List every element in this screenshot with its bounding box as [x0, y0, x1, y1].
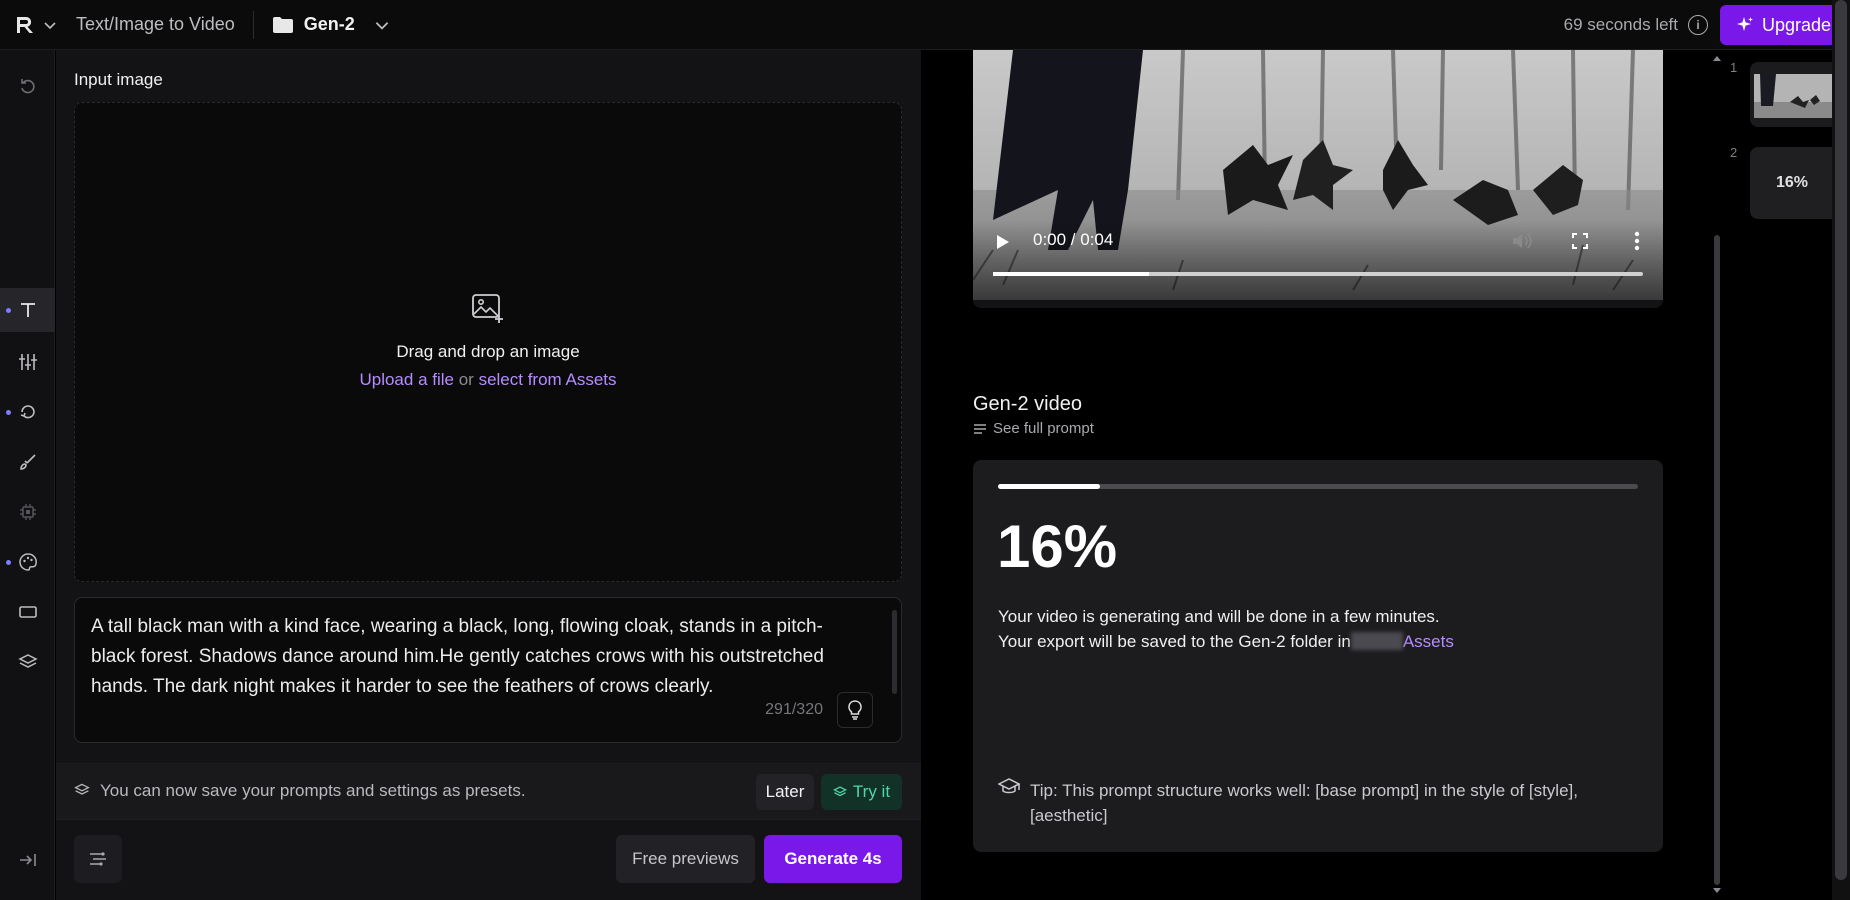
queue-item-index: 1: [1730, 60, 1738, 75]
motion-settings-icon: [90, 852, 106, 866]
camera-motion-icon: [20, 405, 35, 419]
generation-status-card: 16% Your video is generating and will be…: [973, 460, 1663, 852]
fullscreen-icon[interactable]: [1571, 232, 1589, 250]
later-button[interactable]: Later: [756, 774, 814, 810]
text-tool-button[interactable]: [0, 288, 55, 332]
prompt-text[interactable]: A tall black man with a kind face, weari…: [91, 612, 866, 696]
style-tool-button[interactable]: [0, 540, 55, 584]
or-text: or: [458, 370, 474, 389]
generation-percent: 16%: [997, 513, 1118, 580]
aspect-ratio-icon: [18, 606, 37, 618]
video-progress-bar[interactable]: [993, 272, 1643, 276]
credits-remaining: 69 seconds left: [1563, 15, 1678, 34]
generate-button[interactable]: Generate 4s: [764, 835, 902, 883]
upload-file-link[interactable]: Upload a file: [359, 370, 454, 389]
video-player-card: 0:00 / 0:04: [973, 50, 1663, 308]
folder-name: Gen-2: [303, 14, 355, 34]
tip-text: Tip: This prompt structure works well: […: [1030, 781, 1578, 825]
feed-scrollbar-thumb[interactable]: [1714, 235, 1720, 885]
generation-progress-bar: [998, 484, 1638, 489]
chip-icon: [19, 504, 36, 520]
generation-message: Your video is generating and will be don…: [998, 604, 1454, 654]
video-time: 0:00 / 0:04: [1033, 230, 1114, 249]
text-lines-icon: [974, 423, 986, 434]
presets-banner: You can now save your prompts and settin…: [56, 763, 921, 820]
layers-icon: [17, 654, 38, 668]
video-frame[interactable]: 0:00 / 0:04: [973, 50, 1663, 300]
assets-link[interactable]: Assets: [1403, 632, 1454, 651]
settings-panel: Input image Drag and drop an image Uploa…: [56, 50, 921, 900]
add-image-icon: [472, 294, 503, 323]
divider: [252, 10, 254, 39]
prompt-scrollbar[interactable]: [892, 610, 897, 694]
folder-selector[interactable]: Gen-2: [272, 14, 391, 35]
presets-message: You can now save your prompts and settin…: [100, 781, 526, 800]
export-destination-text: Your export will be saved to the Gen-2 f…: [998, 632, 1351, 651]
advanced-settings-button[interactable]: [74, 835, 122, 883]
sliders-icon: [18, 354, 37, 370]
prompt-tips-button[interactable]: [837, 692, 873, 728]
upgrade-button[interactable]: Upgrade: [1720, 5, 1850, 45]
palette-icon: [18, 553, 37, 571]
tool-rail: [0, 50, 55, 900]
scroll-up-arrow-icon[interactable]: [1713, 55, 1721, 61]
chevron-down-icon: [44, 21, 56, 29]
input-image-label: Input image: [74, 70, 163, 89]
layers-icon: [74, 783, 90, 795]
runway-logo-icon: [17, 16, 33, 33]
play-icon[interactable]: [993, 233, 1011, 251]
text-icon: [20, 303, 35, 317]
layers-button[interactable]: [0, 640, 55, 684]
chevron-down-icon: [375, 21, 389, 30]
select-from-assets-link[interactable]: select from Assets: [479, 370, 617, 389]
tip-box: Tip: This prompt structure works well: […: [998, 778, 1618, 828]
see-full-prompt-link[interactable]: See full prompt: [973, 420, 1094, 437]
collapse-icon: [19, 854, 36, 866]
tool-name[interactable]: Text/Image to Video: [76, 14, 235, 35]
graduation-cap-icon: [998, 778, 1020, 794]
see-full-prompt-label: See full prompt: [993, 420, 1094, 437]
try-it-button[interactable]: Try it: [821, 774, 902, 810]
job-title: Gen-2 video: [973, 393, 1082, 415]
active-dot: [6, 308, 11, 313]
generation-progress-fill: [998, 484, 1101, 489]
camera-motion-button[interactable]: [0, 390, 55, 434]
scroll-down-arrow-icon[interactable]: [1713, 888, 1721, 894]
video-progress-fill: [993, 272, 1149, 276]
image-dropzone[interactable]: Drag and drop an image Upload a file or …: [74, 102, 902, 582]
top-bar: Text/Image to Video Gen-2 69 seconds lef…: [0, 0, 1850, 50]
volume-icon[interactable]: [1511, 231, 1533, 251]
dropzone-title: Drag and drop an image: [396, 342, 580, 361]
layers-icon: [832, 786, 847, 797]
dropzone-content: Drag and drop an image Upload a file or …: [75, 293, 901, 390]
collapse-panel-button[interactable]: [0, 838, 55, 882]
aspect-ratio-button[interactable]: [0, 590, 55, 634]
dropzone-links: Upload a file or select from Assets: [75, 370, 901, 390]
folder-icon: [272, 16, 293, 33]
page-scrollbar-thumb[interactable]: [1835, 0, 1847, 880]
free-previews-button[interactable]: Free previews: [616, 835, 755, 883]
info-icon[interactable]: i: [1688, 15, 1708, 35]
generation-message-line1: Your video is generating and will be don…: [998, 607, 1440, 626]
undo-icon: [20, 79, 35, 94]
brush-tool-button[interactable]: [0, 440, 55, 484]
app-logo-menu[interactable]: [14, 14, 62, 36]
indicator-dot: [6, 560, 11, 565]
try-it-label: Try it: [852, 782, 891, 801]
settings-tool-button[interactable]: [0, 340, 55, 384]
model-tool-button[interactable]: [0, 490, 55, 534]
undo-button[interactable]: [0, 64, 55, 108]
sparkle-icon: [1737, 17, 1753, 31]
lightbulb-icon: [848, 700, 862, 720]
generation-message-line2: Your export will be saved to the Gen-2 f…: [998, 629, 1454, 654]
redacted-block: [1350, 632, 1403, 650]
character-counter: 291/320: [765, 701, 823, 718]
brush-icon: [19, 454, 36, 470]
prompt-textarea[interactable]: A tall black man with a kind face, weari…: [74, 597, 902, 743]
top-right-controls: 69 seconds left i Upgrade: [1564, 0, 1850, 50]
indicator-dot: [6, 410, 11, 415]
more-options-icon[interactable]: [1634, 231, 1640, 251]
queue-item-index: 2: [1730, 145, 1738, 160]
upgrade-label: Upgrade: [1762, 14, 1832, 35]
